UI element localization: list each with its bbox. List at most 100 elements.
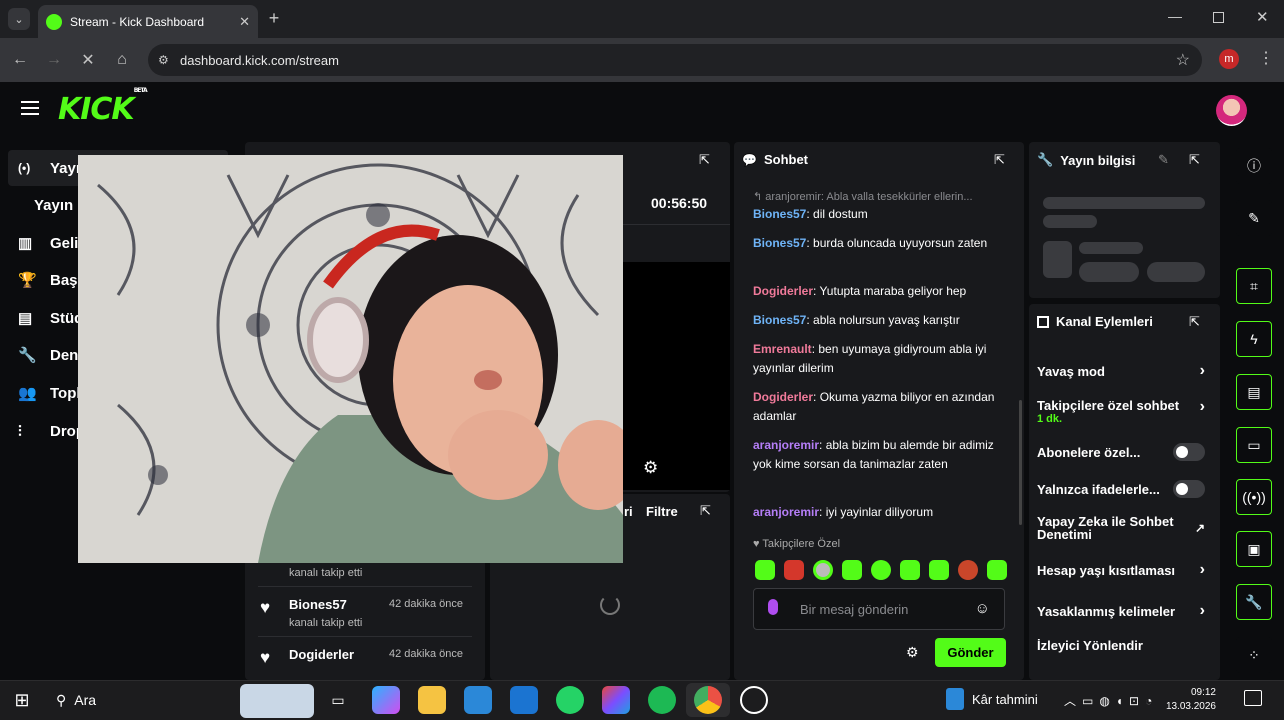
emote-icon[interactable] bbox=[813, 560, 833, 580]
spotify-icon[interactable] bbox=[648, 686, 676, 714]
sidebar-item-studio[interactable]: ▤ Stüd bbox=[18, 301, 83, 335]
home-icon[interactable]: ⌂ bbox=[110, 48, 134, 72]
file-explorer-icon[interactable] bbox=[418, 686, 446, 714]
events-popout-icon[interactable]: ⇱ bbox=[700, 503, 711, 519]
close-window-icon[interactable]: ✕ bbox=[1256, 8, 1269, 26]
sidebar-item-tools[interactable]: 🔧 Den bbox=[18, 338, 78, 372]
profile-avatar[interactable]: m bbox=[1219, 49, 1239, 69]
popout-icon[interactable]: ⇱ bbox=[699, 152, 710, 168]
hamburger-menu-icon[interactable] bbox=[21, 101, 39, 115]
forward-icon[interactable]: → bbox=[42, 48, 66, 72]
clock[interactable]: 09:12 13.03.2026 bbox=[1166, 686, 1216, 714]
send-button[interactable]: Gönder bbox=[935, 638, 1006, 667]
chat-username[interactable]: aranjoremir bbox=[753, 505, 819, 519]
windows-start-icon[interactable]: ⊞ bbox=[8, 686, 36, 714]
task-view-icon[interactable]: ▭ bbox=[324, 686, 352, 714]
kick-logo[interactable]: KICKBETA bbox=[58, 87, 148, 127]
edit-pencil-icon[interactable]: ✎ bbox=[1158, 152, 1169, 168]
whatsapp-icon[interactable] bbox=[556, 686, 584, 714]
action-banned-words[interactable]: Yasaklanmış kelimeler › bbox=[1037, 602, 1205, 620]
search-icon: ⚲ bbox=[56, 691, 67, 708]
follower-name[interactable]: Dogiderler bbox=[289, 647, 354, 662]
widget-item[interactable]: Kâr tahmini bbox=[946, 688, 1038, 710]
sidebar-item-community[interactable]: 👥 Topl bbox=[18, 376, 81, 410]
layout-icon[interactable]: ▣ bbox=[1236, 531, 1272, 567]
chat-username[interactable]: Biones57 bbox=[753, 313, 806, 327]
chat-message-input[interactable]: Bir mesaj gönderin ☺ bbox=[753, 588, 1005, 630]
more-tools-icon[interactable]: ⁘ bbox=[1236, 637, 1272, 673]
sidebar-item-label: Geli bbox=[50, 234, 79, 252]
chat-username[interactable]: Biones57 bbox=[753, 236, 806, 250]
microphone-icon[interactable] bbox=[768, 599, 778, 615]
screenshot-icon[interactable]: ⌗ bbox=[1236, 268, 1272, 304]
close-tab-icon[interactable]: ✕ bbox=[239, 14, 250, 30]
chat-icon[interactable]: ▭ bbox=[1236, 427, 1272, 463]
emote-icon[interactable] bbox=[871, 560, 891, 580]
office-icon[interactable] bbox=[602, 686, 630, 714]
emote-icon[interactable] bbox=[900, 560, 920, 580]
browser-menu-icon[interactable]: ⋮ bbox=[1258, 48, 1274, 68]
sidebar-item-drops[interactable]: ⫶ Drop bbox=[18, 414, 85, 448]
taskbar-search[interactable]: ⚲ Ara bbox=[48, 686, 238, 714]
emoji-picker-icon[interactable]: ☺ bbox=[975, 600, 990, 617]
emotes-only-toggle[interactable] bbox=[1173, 480, 1205, 498]
action-followers-only-chat[interactable]: Takipçilere özel sohbet 1 dk. › bbox=[1037, 398, 1205, 425]
emote-icon[interactable] bbox=[987, 560, 1007, 580]
chat-username[interactable]: Biones57 bbox=[753, 207, 806, 221]
tab-list-button[interactable]: ⌄ bbox=[8, 8, 30, 30]
subscribers-only-toggle[interactable] bbox=[1173, 443, 1205, 461]
chat-settings-icon[interactable]: ⚙ bbox=[906, 644, 919, 661]
recorder-icon[interactable] bbox=[740, 686, 768, 714]
action-ai-moderation[interactable]: Yapay Zeka ile Sohbet Denetimi ↗ bbox=[1037, 515, 1205, 541]
player-settings-icon[interactable]: ⚙ bbox=[643, 458, 658, 478]
copilot-icon[interactable] bbox=[372, 686, 400, 714]
clock-date: 13.03.2026 bbox=[1165, 701, 1216, 712]
address-bar[interactable]: ⚙ dashboard.kick.com/stream ☆ bbox=[148, 44, 1202, 76]
document-icon[interactable]: ▤ bbox=[1236, 374, 1272, 410]
action-account-age[interactable]: Hesap yaşı kısıtlaması › bbox=[1037, 561, 1205, 579]
store-icon[interactable] bbox=[464, 686, 492, 714]
stop-loading-icon[interactable]: ✕ bbox=[76, 48, 100, 72]
chat-scrollbar[interactable] bbox=[1019, 400, 1022, 525]
site-settings-icon[interactable]: ⚙ bbox=[158, 53, 169, 67]
channel-actions-popout-icon[interactable]: ⇱ bbox=[1189, 314, 1200, 330]
chat-username[interactable]: aranjoremir bbox=[753, 438, 819, 452]
notifications-icon[interactable] bbox=[1244, 690, 1262, 706]
emote-icon[interactable] bbox=[958, 560, 978, 580]
edit-icon[interactable]: ✎ bbox=[1236, 200, 1272, 236]
clock-time: 09:12 bbox=[1190, 687, 1216, 698]
bookmark-star-icon[interactable]: ☆ bbox=[1176, 50, 1190, 70]
lightning-icon[interactable]: ϟ bbox=[1236, 321, 1272, 357]
restore-icon[interactable] bbox=[1213, 12, 1224, 23]
sidebar-item-achievements[interactable]: 🏆 Başa bbox=[18, 263, 86, 297]
emote-icon[interactable] bbox=[755, 560, 775, 580]
emote-icon[interactable] bbox=[842, 560, 862, 580]
stream-info-header: 🔧 Yayın bilgisi bbox=[1037, 152, 1135, 168]
events-tab-partial[interactable]: ri bbox=[624, 504, 633, 519]
stream-info-popout-icon[interactable]: ⇱ bbox=[1189, 152, 1200, 168]
chat-username[interactable]: Dogiderler bbox=[753, 390, 813, 404]
info-icon[interactable]: ⓘ bbox=[1236, 148, 1272, 184]
mail-icon[interactable] bbox=[510, 686, 538, 714]
follower-name[interactable]: Biones57 bbox=[289, 597, 347, 612]
chat-username[interactable]: Dogiderler bbox=[753, 284, 813, 298]
chat-message: aranjoremir: iyi yayinlar diliyorum bbox=[753, 505, 934, 519]
minimize-icon[interactable]: — bbox=[1168, 8, 1182, 24]
new-tab-button[interactable]: + bbox=[264, 8, 284, 28]
system-tray-icons[interactable]: ︿▭◍◖⊡◔ bbox=[1064, 692, 1158, 709]
chat-username[interactable]: Emrenault bbox=[753, 342, 812, 356]
emote-icon[interactable] bbox=[784, 560, 804, 580]
action-raid-viewers[interactable]: İzleyici Yönlendir bbox=[1037, 638, 1205, 653]
browser-tab[interactable]: Stream - Kick Dashboard ✕ bbox=[38, 5, 258, 38]
emote-icon[interactable] bbox=[929, 560, 949, 580]
user-avatar[interactable] bbox=[1216, 95, 1247, 126]
back-icon[interactable]: ← bbox=[8, 48, 32, 72]
broadcast-tool-icon[interactable]: ((•)) bbox=[1236, 479, 1272, 515]
action-slow-mode[interactable]: Yavaş mod › bbox=[1037, 362, 1205, 380]
filter-button[interactable]: Filtre bbox=[646, 504, 678, 519]
sidebar-item-revenue[interactable]: ▥ Geli bbox=[18, 226, 78, 260]
chat-popout-icon[interactable]: ⇱ bbox=[994, 152, 1005, 168]
sidebar-subitem-stream[interactable]: Yayın bbox=[34, 188, 73, 222]
webcam-overlay[interactable] bbox=[78, 155, 623, 563]
wrench-tool-icon[interactable]: 🔧 bbox=[1236, 584, 1272, 620]
